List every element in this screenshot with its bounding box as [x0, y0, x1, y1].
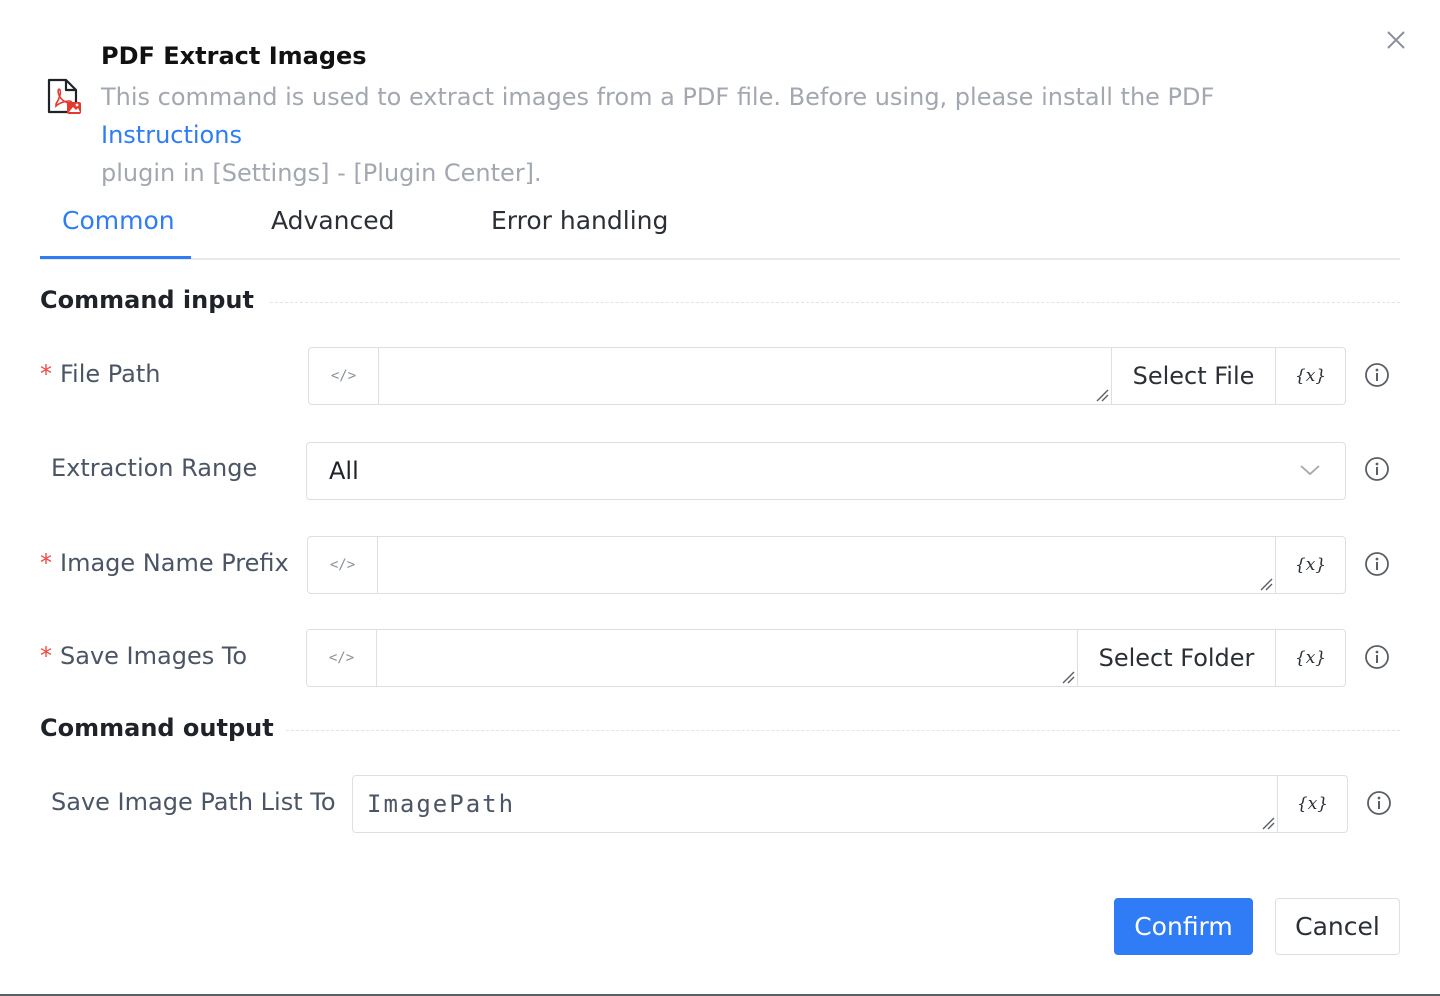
- instructions-link[interactable]: Instructions: [101, 121, 242, 149]
- variable-button[interactable]: {x}: [1275, 630, 1345, 686]
- file-path-label: * File Path: [40, 360, 161, 388]
- variable-button[interactable]: {x}: [1275, 537, 1345, 593]
- select-folder-button[interactable]: Select Folder: [1077, 630, 1275, 686]
- image-name-prefix-input[interactable]: [378, 537, 1275, 593]
- select-file-button[interactable]: Select File: [1111, 348, 1275, 404]
- command-input-title: Command input: [40, 286, 254, 314]
- code-toggle-icon[interactable]: </>: [307, 630, 377, 686]
- file-path-input[interactable]: [379, 348, 1111, 404]
- variable-button[interactable]: {x}: [1275, 348, 1345, 404]
- pdf-image-icon: [47, 78, 81, 114]
- resize-grip-icon[interactable]: [1259, 577, 1273, 591]
- active-tab-indicator: [40, 256, 191, 259]
- info-icon[interactable]: [1366, 790, 1392, 816]
- resize-grip-icon[interactable]: [1061, 670, 1075, 684]
- close-icon[interactable]: [1380, 24, 1412, 56]
- image-name-prefix-label: * Image Name Prefix: [40, 549, 289, 577]
- image-name-prefix-field: </> {x}: [307, 536, 1346, 594]
- info-icon[interactable]: [1364, 644, 1390, 670]
- command-output-title: Command output: [40, 714, 274, 742]
- dialog-description: This command is used to extract images f…: [101, 78, 1361, 192]
- info-icon[interactable]: [1364, 551, 1390, 577]
- save-images-to-field: </> Select Folder {x}: [306, 629, 1346, 687]
- save-image-path-list-label: Save Image Path List To: [51, 788, 336, 816]
- resize-grip-icon[interactable]: [1261, 816, 1275, 830]
- info-icon[interactable]: [1364, 362, 1390, 388]
- variable-button[interactable]: {x}: [1277, 776, 1347, 832]
- save-image-path-list-input[interactable]: ImagePath: [353, 776, 1277, 832]
- required-mark: *: [40, 642, 52, 670]
- file-path-field: </> Select File {x}: [308, 347, 1346, 405]
- tab-common[interactable]: Common: [62, 206, 175, 235]
- required-mark: *: [40, 360, 52, 388]
- info-icon[interactable]: [1364, 456, 1390, 482]
- pdf-extract-images-dialog: PDF Extract Images This command is used …: [0, 0, 1440, 996]
- description-text-1: This command is used to extract images f…: [101, 83, 1215, 111]
- save-image-path-list-field: ImagePath {x}: [352, 775, 1348, 833]
- section-divider: [270, 302, 1400, 303]
- confirm-button[interactable]: Confirm: [1114, 898, 1253, 955]
- cancel-button[interactable]: Cancel: [1275, 898, 1400, 955]
- code-toggle-icon[interactable]: </>: [308, 537, 378, 593]
- section-divider: [286, 730, 1400, 731]
- chevron-down-icon: [1300, 465, 1320, 476]
- extraction-range-label: Extraction Range: [51, 454, 258, 482]
- tab-error-handling[interactable]: Error handling: [491, 206, 668, 235]
- dialog-title: PDF Extract Images: [101, 42, 367, 70]
- save-images-to-input[interactable]: [377, 630, 1077, 686]
- resize-grip-icon[interactable]: [1095, 388, 1109, 402]
- tab-bar: Common Advanced Error handling: [40, 196, 1400, 260]
- save-images-to-label: * Save Images To: [40, 642, 248, 670]
- description-text-2: plugin in [Settings] - [Plugin Center].: [101, 159, 542, 187]
- extraction-range-value: All: [329, 457, 359, 485]
- tab-advanced[interactable]: Advanced: [271, 206, 395, 235]
- required-mark: *: [40, 549, 52, 577]
- extraction-range-select[interactable]: All: [306, 442, 1346, 500]
- code-toggle-icon[interactable]: </>: [309, 348, 379, 404]
